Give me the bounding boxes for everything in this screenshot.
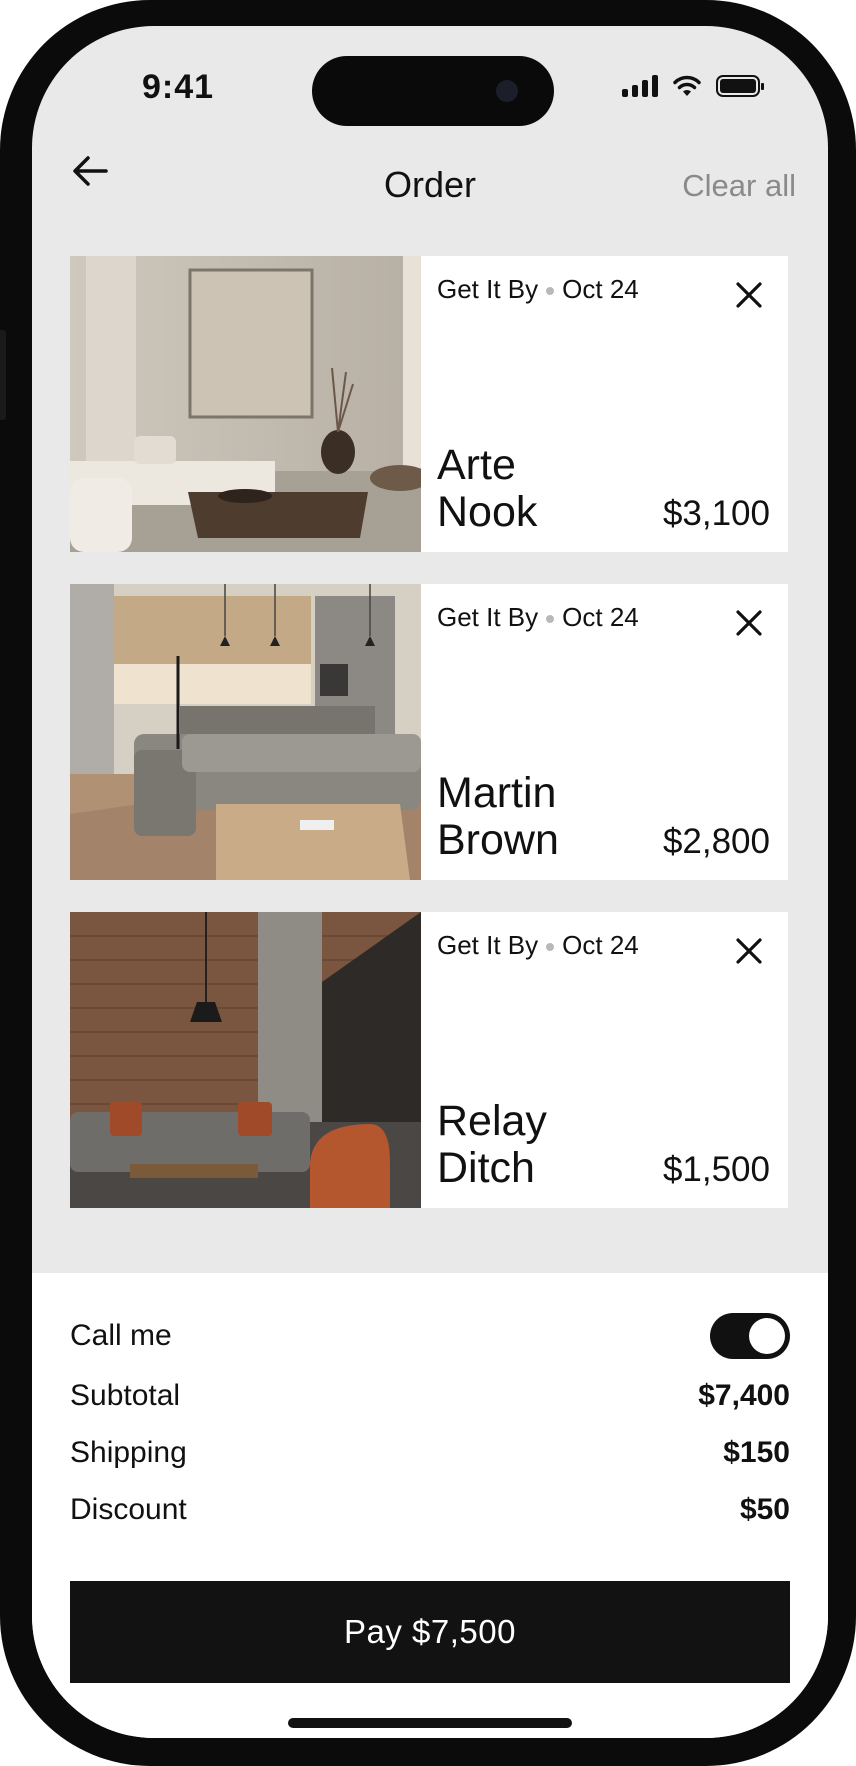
battery-icon	[716, 75, 764, 97]
shipping-label: Shipping	[70, 1436, 187, 1469]
order-item-card[interactable]: Get It By Oct 24 Relay Ditch $1,500	[70, 912, 788, 1208]
side-button	[0, 330, 6, 420]
call-me-label: Call me	[70, 1319, 172, 1352]
delivery-estimate: Get It By Oct 24	[437, 602, 639, 633]
pay-button[interactable]: Pay $7,500	[70, 1581, 790, 1683]
wifi-icon	[673, 75, 701, 96]
delivery-date: Oct 24	[562, 602, 639, 632]
product-price: $3,100	[662, 494, 770, 533]
product-image	[70, 256, 421, 552]
delivery-date: Oct 24	[562, 930, 639, 960]
close-icon[interactable]	[732, 606, 766, 640]
delivery-label: Get It By	[437, 602, 539, 632]
clear-all-button[interactable]: Clear all	[682, 168, 796, 204]
product-name: Martin Brown	[437, 769, 559, 864]
delivery-label: Get It By	[437, 274, 539, 304]
delivery-label: Get It By	[437, 930, 539, 960]
call-me-toggle[interactable]	[710, 1313, 790, 1359]
camera-icon	[496, 80, 518, 102]
product-name: Arte Nook	[437, 441, 538, 536]
subtotal-value: $7,400	[698, 1379, 790, 1412]
order-item-card[interactable]: Get It By Oct 24 Arte Nook $3,100	[70, 256, 788, 552]
product-name: Relay Ditch	[437, 1097, 547, 1192]
subtotal-label: Subtotal	[70, 1379, 181, 1412]
phone-frame: 9:41 Order Clear all Get It By Oct 24 Ar…	[0, 0, 856, 1766]
home-indicator	[288, 1718, 572, 1728]
separator-dot	[546, 943, 555, 952]
screen: 9:41 Order Clear all Get It By Oct 24 Ar…	[32, 26, 828, 1738]
order-item-info: Get It By Oct 24 Arte Nook $3,100	[421, 256, 788, 552]
status-icons	[622, 74, 764, 98]
discount-label: Discount	[70, 1493, 187, 1526]
product-price: $2,800	[662, 822, 770, 861]
shipping-row: Shipping $150	[70, 1436, 790, 1470]
toggle-knob	[749, 1318, 785, 1354]
delivery-estimate: Get It By Oct 24	[437, 274, 639, 305]
separator-dot	[546, 615, 555, 624]
separator-dot	[546, 287, 555, 296]
discount-value: $50	[739, 1493, 790, 1526]
order-summary: Call me Subtotal $7,400 Shipping $150 Di…	[32, 1273, 828, 1738]
call-me-row: Call me	[70, 1319, 790, 1353]
order-item-info: Get It By Oct 24 Martin Brown $2,800	[421, 584, 788, 880]
dynamic-island	[312, 56, 554, 126]
product-image	[70, 912, 421, 1208]
delivery-date: Oct 24	[562, 274, 639, 304]
order-item-card[interactable]: Get It By Oct 24 Martin Brown $2,800	[70, 584, 788, 880]
product-price: $1,500	[662, 1150, 770, 1189]
close-icon[interactable]	[732, 278, 766, 312]
discount-row: Discount $50	[70, 1493, 790, 1527]
status-time: 9:41	[142, 68, 215, 106]
order-item-info: Get It By Oct 24 Relay Ditch $1,500	[421, 912, 788, 1208]
subtotal-row: Subtotal $7,400	[70, 1379, 790, 1413]
product-image	[70, 584, 421, 880]
shipping-value: $150	[723, 1436, 790, 1469]
delivery-estimate: Get It By Oct 24	[437, 930, 639, 961]
signal-icon	[622, 75, 658, 97]
close-icon[interactable]	[732, 934, 766, 968]
